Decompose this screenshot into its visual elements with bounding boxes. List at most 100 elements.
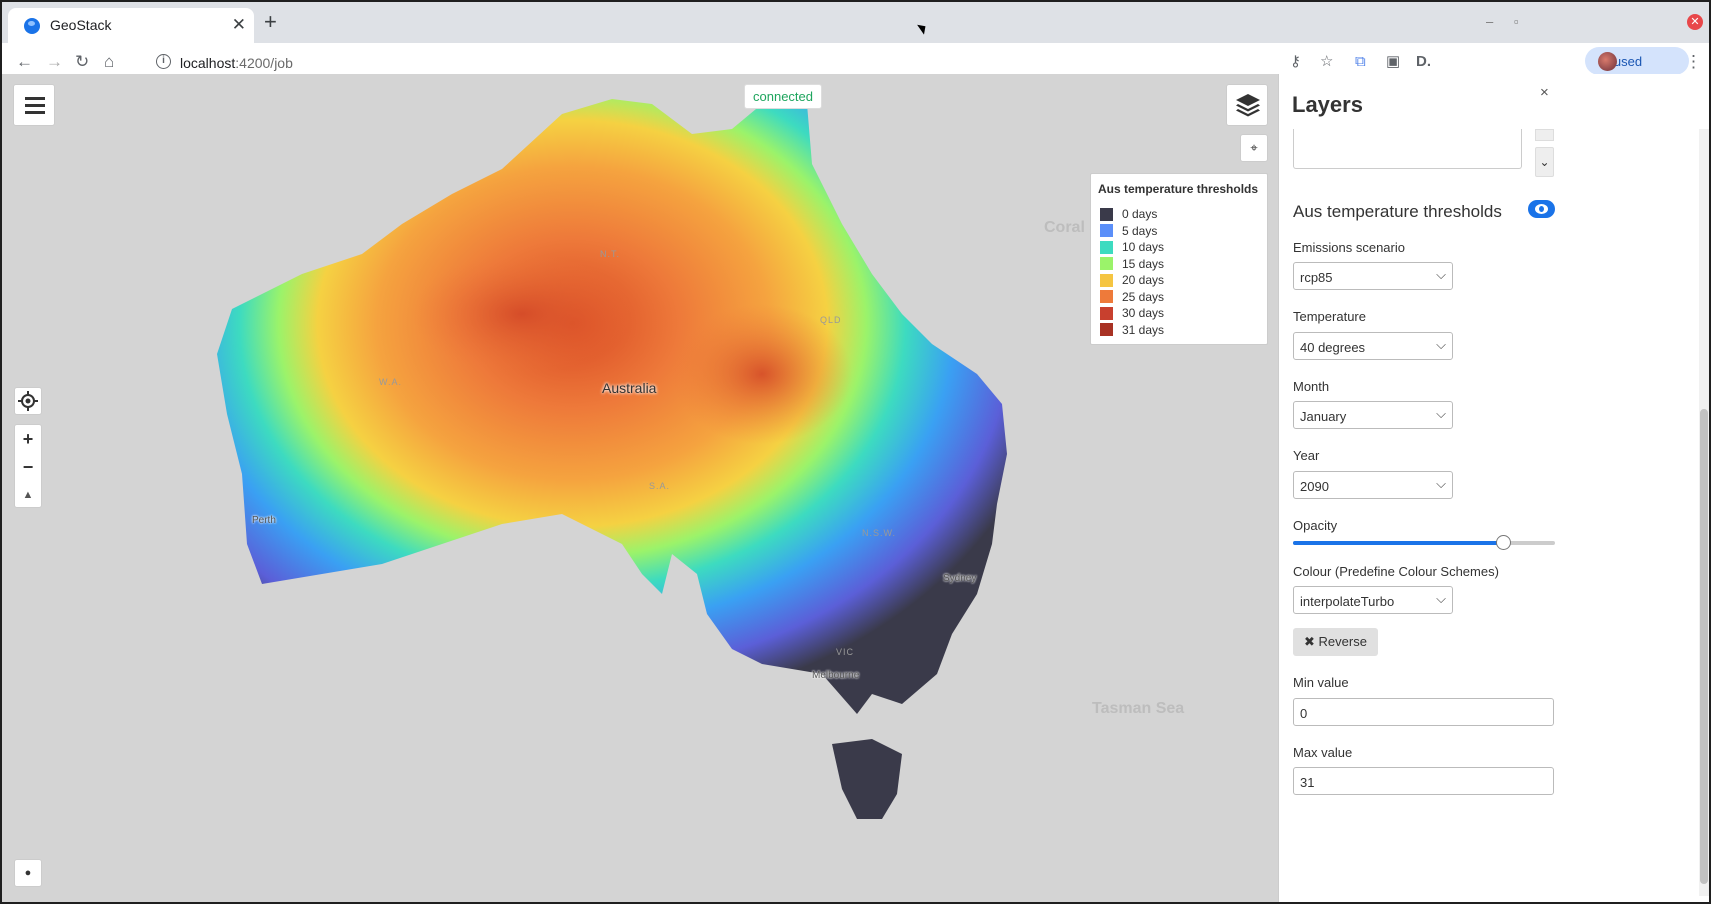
max-value-label: Max value <box>1293 745 1353 760</box>
legend-swatch <box>1100 323 1113 337</box>
legend-item: 20 days <box>1098 272 1260 289</box>
info-icon[interactable]: i <box>156 54 171 69</box>
opacity-slider-handle[interactable] <box>1495 535 1511 550</box>
locate-button[interactable] <box>14 387 42 415</box>
year-label: Year <box>1293 448 1320 463</box>
nt-label: N.T. <box>600 249 621 259</box>
colour-select[interactable]: interpolateTurbo ⌵ <box>1293 586 1453 614</box>
legend-swatch <box>1100 306 1113 320</box>
back-icon[interactable]: ← <box>16 52 33 72</box>
zoom-out-button[interactable]: − <box>15 453 41 481</box>
legend-item: 25 days <box>1098 289 1260 306</box>
panel-close-icon[interactable]: × <box>1540 84 1549 101</box>
tasman-sea-label: Tasman Sea <box>1092 700 1185 717</box>
month-select[interactable]: January ⌵ <box>1293 401 1453 429</box>
profile-paused-button[interactable]: Paused <box>1585 47 1689 75</box>
legend-label: 30 days <box>1122 306 1165 321</box>
restore-icon[interactable]: ▫ <box>1514 14 1519 29</box>
nsw-label: N.S.W. <box>862 528 897 538</box>
layers-button[interactable] <box>1226 84 1268 126</box>
month-label: Month <box>1293 379 1330 394</box>
legend-item: 10 days <box>1098 239 1260 256</box>
minimize-icon[interactable]: – <box>1486 14 1493 29</box>
compass-icon[interactable]: ▲ <box>15 481 41 509</box>
scrollbar-thumb[interactable] <box>1700 409 1708 884</box>
zoom-controls: + − ▲ <box>14 424 42 508</box>
url-text: localhost:4200/job <box>180 55 293 71</box>
browser-window: GeoStack ✕ + – ▫ ✕ ← → ↻ ⌂ i localhost:4… <box>2 2 1709 902</box>
forward-icon[interactable]: → <box>46 52 63 72</box>
chevron-down-icon: ⌵ <box>1436 476 1446 491</box>
reverse-button[interactable]: ✖ Reverse <box>1293 628 1378 656</box>
legend-label: 20 days <box>1122 273 1165 288</box>
temperature-label: Temperature <box>1293 309 1366 324</box>
legend-swatch <box>1100 207 1113 221</box>
globe-favicon-icon <box>24 18 40 34</box>
menu-bar-icon <box>25 97 45 100</box>
key-icon[interactable]: ⚷ <box>1290 53 1301 71</box>
translate-icon[interactable]: ⧉ <box>1355 53 1366 71</box>
emissions-label: Emissions scenario <box>1293 240 1405 255</box>
scroll-up-button[interactable] <box>1535 129 1554 141</box>
max-value-input[interactable]: 31 <box>1293 767 1554 795</box>
legend-swatch <box>1100 257 1113 271</box>
min-value-input[interactable]: 0 <box>1293 698 1554 726</box>
legend-label: 31 days <box>1122 322 1165 337</box>
crosshair-button[interactable]: ⌖ <box>1240 134 1268 162</box>
map-canvas[interactable]: Coral S Tasman Sea Australia Perth Sydne… <box>2 74 1280 902</box>
perth-label: Perth <box>252 515 276 526</box>
wa-label: W.A. <box>379 377 403 387</box>
layers-panel: Layers × ⌄ Aus temperature thresholds Em… <box>1278 74 1709 902</box>
star-icon[interactable]: ☆ <box>1320 53 1333 71</box>
chevron-down-icon: ⌵ <box>1436 337 1446 352</box>
new-tab-icon[interactable]: + <box>264 11 277 33</box>
sydney-label: Sydney <box>943 573 977 584</box>
address-bar[interactable]: i localhost:4200/job <box>152 49 1392 77</box>
extension-icon[interactable]: ▣ <box>1386 53 1400 71</box>
colour-label: Colour (Predefine Colour Schemes) <box>1293 564 1499 579</box>
main-menu-button[interactable] <box>13 84 55 126</box>
map-legend: Aus temperature thresholds 0 days 5 days 1… <box>1090 173 1268 345</box>
opacity-label: Opacity <box>1293 518 1338 533</box>
avatar <box>1598 52 1617 71</box>
layer-textarea[interactable] <box>1293 129 1522 169</box>
temperature-select[interactable]: 40 degrees ⌵ <box>1293 332 1453 360</box>
melbourne-label: Melbourne <box>812 670 860 681</box>
panel-scrollbar[interactable] <box>1699 129 1709 896</box>
sa-label: S.A. <box>649 481 671 491</box>
min-value: 0 <box>1300 706 1308 721</box>
browser-menu-icon[interactable]: ⋮ <box>1685 52 1702 72</box>
home-icon[interactable]: ⌂ <box>104 52 114 72</box>
emissions-value: rcp85 <box>1300 270 1333 285</box>
tab-title: GeoStack <box>50 17 112 33</box>
legend-label: 0 days <box>1122 207 1158 222</box>
attribution-button[interactable]: ● <box>14 859 42 887</box>
browser-tab[interactable]: GeoStack ✕ <box>8 8 254 43</box>
tab-close-icon[interactable]: ✕ <box>232 15 246 35</box>
layers-icon <box>1236 94 1260 117</box>
legend-swatch <box>1100 273 1113 287</box>
legend-item: 0 days <box>1098 206 1260 223</box>
chevron-down-icon: ⌵ <box>1436 406 1446 421</box>
year-select[interactable]: 2090 ⌵ <box>1293 471 1453 499</box>
panel-title: Layers <box>1292 92 1363 117</box>
qld-label: QLD <box>820 315 842 325</box>
max-value: 31 <box>1300 775 1315 790</box>
menu-bar-icon <box>25 104 45 107</box>
d-extension-icon[interactable]: D. <box>1416 53 1431 71</box>
zoom-in-button[interactable]: + <box>15 425 41 453</box>
vic-label: VIC <box>836 647 855 657</box>
legend-title: Aus temperature thresholds <box>1098 182 1259 196</box>
emissions-select[interactable]: rcp85 ⌵ <box>1293 262 1453 290</box>
window-close-icon[interactable]: ✕ <box>1687 14 1703 30</box>
legend-item: 5 days <box>1098 223 1260 240</box>
temperature-value: 40 degrees <box>1300 340 1366 355</box>
chevron-down-icon: ⌵ <box>1436 591 1446 606</box>
opacity-slider[interactable] <box>1293 535 1555 550</box>
expand-button[interactable]: ⌄ <box>1535 147 1554 177</box>
legend-item: 31 days <box>1098 322 1260 339</box>
reload-icon[interactable]: ↻ <box>75 52 89 72</box>
legend-item: 15 days <box>1098 256 1260 273</box>
visibility-eye-icon[interactable] <box>1528 200 1555 218</box>
legend-label: 10 days <box>1122 240 1165 255</box>
